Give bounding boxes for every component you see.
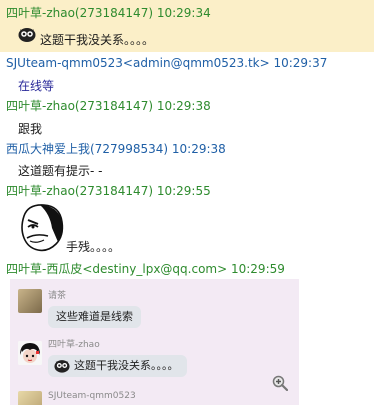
rage-face-icon [21, 204, 64, 252]
avatar [18, 391, 42, 405]
message-sender[interactable]: 四叶草-zhao(273184147) 10:29:34 [6, 4, 211, 21]
chat-message: 四叶草-西瓜皮<destiny_lpx@qq.com> 10:29:59 [0, 258, 374, 278]
screenshot-sender: SJUteam-qmm0523 [48, 391, 136, 401]
screenshot-sender: 请茶 [48, 291, 67, 301]
message-text: 手残。。。。 [66, 240, 121, 254]
avatar [18, 341, 42, 365]
message-text: 在线等 [18, 79, 55, 93]
chat-message: 四叶草-zhao(273184147) 10:29:34 这题干我没关系。。。。 [0, 0, 374, 52]
message-sender[interactable]: SJUteam-qmm0523<admin@qmm0523.tk> 10:29:… [6, 56, 327, 70]
owl-emoticon-icon [18, 28, 36, 42]
message-text: 这道题有提示- - [18, 164, 103, 178]
zoom-in-icon[interactable] [272, 375, 288, 391]
avatar [18, 289, 42, 313]
screenshot-bubble-text: 这题干我没关系。。。。 [74, 359, 179, 372]
shared-screenshot[interactable]: 请茶 这些难道是线索 四叶草-zhao 这题干我没关系。。。。 SJUteam-… [10, 279, 299, 405]
screenshot-bubble: 这些难道是线索 [48, 306, 141, 328]
message-text: 这题干我没关系。。。。 [40, 33, 155, 47]
screenshot-bubble: 这题干我没关系。。。。 [48, 355, 187, 377]
owl-emoticon-icon [54, 360, 70, 373]
message-sender[interactable]: 四叶草-zhao(273184147) 10:29:55 [6, 182, 211, 199]
chat-message: 西瓜大神爱上我(727998534) 10:29:38 这道题有提示- - [0, 139, 374, 179]
chat-message: 四叶草-zhao(273184147) 10:29:38 跟我 [0, 95, 374, 137]
screenshot-sender: 四叶草-zhao [48, 340, 100, 350]
message-sender[interactable]: 四叶草-zhao(273184147) 10:29:38 [6, 97, 211, 114]
chat-message: SJUteam-qmm0523<admin@qmm0523.tk> 10:29:… [0, 54, 374, 94]
message-text: 跟我 [18, 122, 43, 136]
message-sender[interactable]: 四叶草-西瓜皮<destiny_lpx@qq.com> 10:29:59 [6, 260, 285, 277]
avatar-face-icon [18, 341, 42, 365]
message-sender[interactable]: 西瓜大神爱上我(727998534) 10:29:38 [6, 140, 226, 157]
chat-message: 四叶草-zhao(273184147) 10:29:55 手残。。。。 [0, 180, 374, 258]
